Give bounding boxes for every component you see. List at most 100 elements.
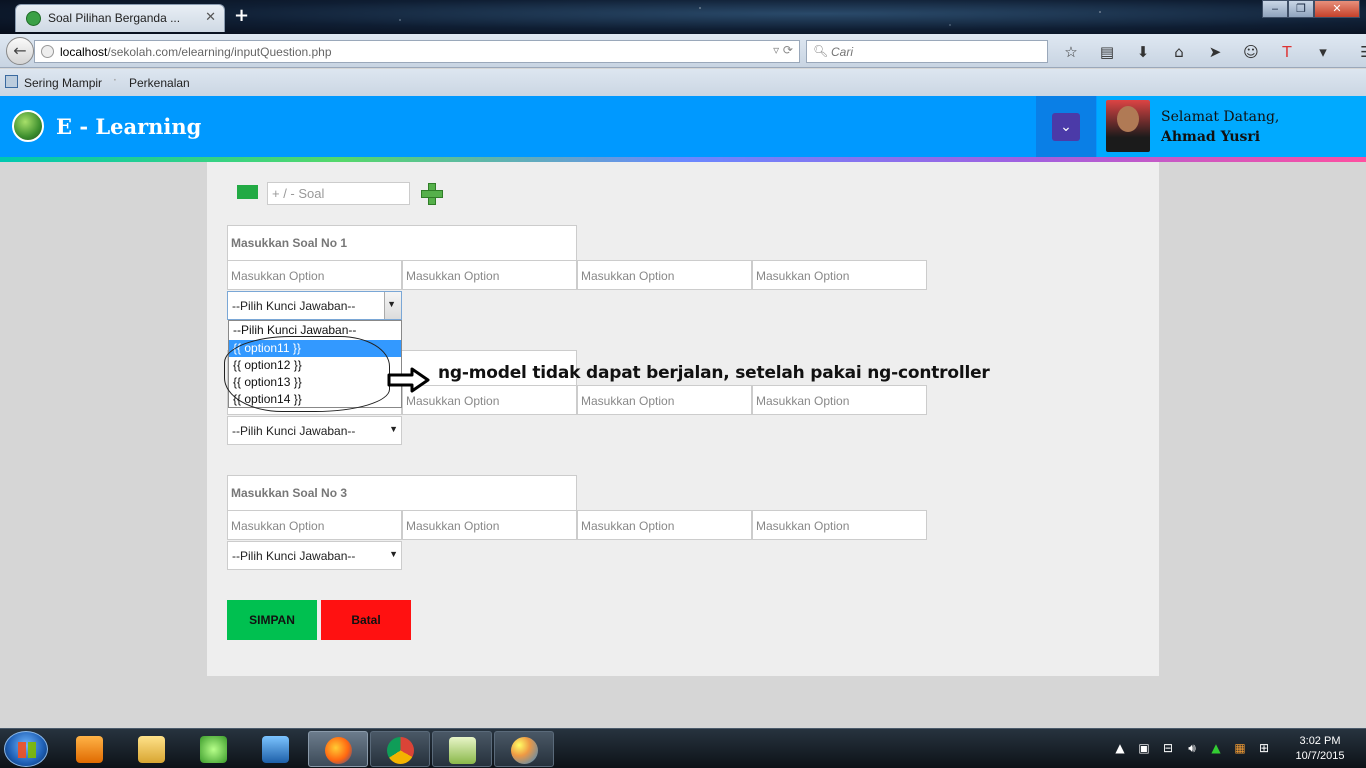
search-icon: 🔍︎	[813, 44, 829, 58]
q3-option-4-input[interactable]: Masukkan Option	[752, 510, 927, 540]
bookmark-sering-mampir[interactable]: Sering Mampir	[24, 76, 102, 90]
url-bar[interactable]: localhost/sekolah.com/elearning/inputQue…	[34, 40, 800, 63]
q3-option-3-input[interactable]: Masukkan Option	[577, 510, 752, 540]
dropdown-option[interactable]: --Pilih Kunci Jawaban--	[229, 321, 401, 340]
q1-answer-select[interactable]: --Pilih Kunci Jawaban-- ▼	[227, 291, 402, 320]
favicon-icon	[26, 11, 41, 26]
save-button[interactable]: SIMPAN	[227, 600, 317, 640]
tray-monitor-icon[interactable]: ⊞	[1256, 741, 1272, 756]
dropdown-option-highlighted[interactable]: {{ option11 }}	[229, 340, 401, 357]
taskbar-dev-tool[interactable]	[246, 731, 306, 767]
user-panel: Selamat Datang, Ahmad Yusri	[1097, 96, 1366, 157]
folder-icon	[138, 736, 165, 763]
browser-navbar: localhost/sekolah.com/elearning/inputQue…	[0, 34, 1366, 68]
answer-dropdown-list: --Pilih Kunci Jawaban-- {{ option11 }} {…	[228, 320, 402, 408]
emoji-icon[interactable]: ☺	[1240, 42, 1262, 62]
firefox-icon	[325, 737, 352, 764]
taskbar-explorer[interactable]	[122, 731, 182, 767]
minimize-button[interactable]: ‒	[1262, 0, 1288, 18]
header-menu-wrap: ⌄	[1036, 96, 1096, 157]
addon-menu-icon[interactable]: ▾	[1312, 42, 1334, 62]
welcome-text: Selamat Datang,	[1161, 109, 1280, 125]
close-window-button[interactable]: ✕	[1314, 0, 1360, 18]
action-center-icon[interactable]: ▲	[1208, 741, 1224, 756]
add-question-icon[interactable]	[421, 183, 443, 205]
clock-time: 3:02 PM	[1299, 735, 1341, 747]
chevron-down-icon[interactable]: ⌄	[1052, 113, 1080, 141]
chrome-icon	[387, 737, 414, 764]
media-player-icon	[76, 736, 103, 763]
browser-toolbar: ☆ ▤ ⬇ ⌂ ➤ ☺ T ▾ ☰	[1060, 42, 1366, 62]
q1-option-1-input[interactable]: Masukkan Option	[227, 260, 402, 290]
taskbar-paint[interactable]	[494, 731, 554, 767]
dev-tool-icon	[262, 736, 289, 763]
cancel-button[interactable]: Batal	[321, 600, 411, 640]
bookmark-star-icon[interactable]: ☆	[1060, 42, 1082, 62]
question-1-input[interactable]: Masukkan Soal No 1	[227, 225, 577, 261]
window-controls: ‒ ❐ ✕	[1262, 0, 1360, 18]
q2-option-4-input[interactable]: Masukkan Option	[752, 385, 927, 415]
tab-close-icon[interactable]: ✕	[205, 10, 216, 25]
dropdown-option[interactable]: {{ option14 }}	[229, 391, 401, 408]
addon-icon[interactable]: T	[1276, 42, 1298, 62]
bookmark-perkenalan[interactable]: Perkenalan	[129, 76, 190, 90]
app-header: E - Learning ⌄ Selamat Datang, Ahmad Yus…	[0, 96, 1366, 162]
reading-list-icon[interactable]: ▤	[1096, 42, 1118, 62]
start-button[interactable]	[4, 731, 48, 767]
taskbar-firefox[interactable]	[308, 731, 368, 767]
q3-option-1-input[interactable]: Masukkan Option	[227, 510, 402, 540]
dropdown-option[interactable]: {{ option12 }}	[229, 357, 401, 374]
browser-tab[interactable]: Soal Pilihan Berganda ... ✕	[15, 4, 225, 32]
taskbar-notepad[interactable]	[432, 731, 492, 767]
browser-titlebar: Soal Pilihan Berganda ... ✕ + ‒ ❐ ✕	[0, 0, 1366, 34]
question-3-input[interactable]: Masukkan Soal No 3	[227, 475, 577, 511]
download-icon[interactable]: ⬇	[1132, 42, 1154, 62]
clock-date: 10/7/2015	[1295, 750, 1345, 762]
q1-option-4-input[interactable]: Masukkan Option	[752, 260, 927, 290]
q2-answer-value: --Pilih Kunci Jawaban--	[232, 424, 356, 438]
notepad-icon	[449, 737, 476, 764]
show-hidden-icons-icon[interactable]: ▲	[1112, 741, 1128, 756]
decrease-question-button[interactable]	[237, 185, 258, 199]
back-button[interactable]: ←	[6, 37, 34, 65]
q3-option-2-input[interactable]: Masukkan Option	[402, 510, 577, 540]
url-text[interactable]: localhost/sekolah.com/elearning/inputQue…	[60, 45, 332, 59]
tab-title: Soal Pilihan Berganda ...	[48, 11, 181, 25]
new-tab-button[interactable]: +	[234, 5, 249, 26]
q3-answer-select[interactable]: --Pilih Kunci Jawaban-- ▼	[227, 541, 402, 570]
dropdown-option[interactable]: {{ option13 }}	[229, 374, 401, 391]
volume-icon[interactable]: 🔊︎	[1184, 741, 1200, 756]
network-icon[interactable]: ⊟	[1160, 741, 1176, 756]
search-box[interactable]: 🔍︎	[806, 40, 1048, 63]
bookmark-folder-icon[interactable]	[5, 75, 18, 88]
question-count-input[interactable]: + / - Soal	[267, 182, 410, 205]
paint-icon	[511, 737, 538, 764]
q2-answer-select[interactable]: --Pilih Kunci Jawaban-- ▼	[227, 416, 402, 445]
taskbar-chrome[interactable]	[370, 731, 430, 767]
chevron-down-icon: ▼	[387, 299, 396, 309]
q2-option-3-input[interactable]: Masukkan Option	[577, 385, 752, 415]
annotation-arrow-icon	[387, 367, 430, 393]
tray-app-icon[interactable]: ▦	[1232, 741, 1248, 756]
username: Ahmad Yusri	[1161, 129, 1261, 145]
taskbar: ▲ ▣ ⊟ 🔊︎ ▲ ▦ ⊞ 3:02 PM 10/7/2015	[0, 728, 1366, 768]
q1-option-2-input[interactable]: Masukkan Option	[402, 260, 577, 290]
home-icon[interactable]: ⌂	[1168, 42, 1190, 62]
site-info-icon[interactable]	[41, 45, 54, 58]
bookmarks-bar: Sering Mampir · Perkenalan	[0, 69, 1366, 96]
maximize-button[interactable]: ❐	[1288, 0, 1314, 18]
app-logo-icon	[12, 110, 44, 142]
taskbar-media-player[interactable]	[60, 731, 120, 767]
send-icon[interactable]: ➤	[1204, 42, 1226, 62]
search-input[interactable]	[831, 43, 1041, 60]
device-icon[interactable]: ▣	[1136, 741, 1152, 756]
clock[interactable]: 3:02 PM 10/7/2015	[1290, 734, 1350, 764]
chevron-down-icon: ▼	[389, 424, 398, 434]
reload-icon[interactable]: ▿ ⟳	[773, 43, 793, 57]
editor-icon	[200, 736, 227, 763]
annotation-text: ng-model tidak dapat berjalan, setelah p…	[438, 363, 990, 383]
avatar	[1106, 100, 1150, 152]
q1-option-3-input[interactable]: Masukkan Option	[577, 260, 752, 290]
menu-icon[interactable]: ☰	[1356, 42, 1366, 62]
taskbar-editor[interactable]	[184, 731, 244, 767]
